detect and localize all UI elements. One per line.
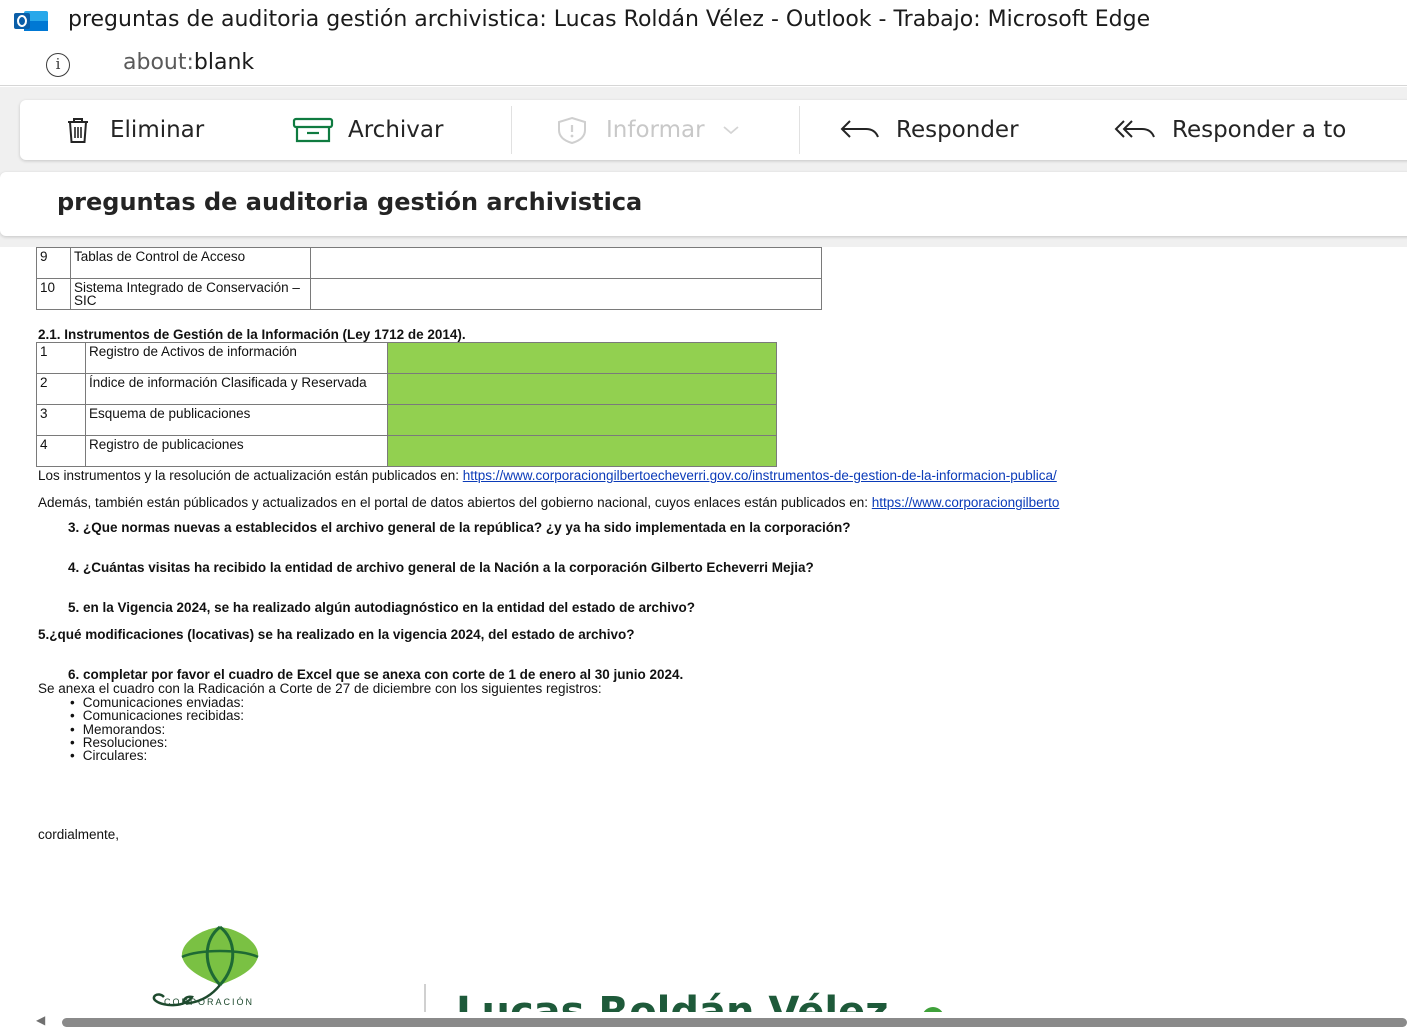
subject-header: preguntas de auditoria gestión archivist… xyxy=(0,172,1407,236)
archive-instruments-table: 9 Tablas de Control de Acceso 10 Sistema… xyxy=(36,247,822,310)
row-number: 4 xyxy=(36,435,86,467)
published-text: Los instrumentos y la resolución de actu… xyxy=(38,468,463,483)
question-5a: 5. en la Vigencia 2024, se ha realizado … xyxy=(68,600,695,615)
reply-label: Responder xyxy=(896,117,1019,143)
table-row: 3 Esquema de publicaciones xyxy=(36,404,777,436)
logo-text: CORPORACIÓN xyxy=(164,997,255,1007)
table-row: 2 Índice de información Clasificada y Re… xyxy=(36,373,777,405)
shield-icon xyxy=(558,116,586,145)
report-button[interactable]: Informar xyxy=(552,100,743,160)
row-label: Esquema de publicaciones xyxy=(85,404,388,436)
email-subject: preguntas de auditoria gestión archivist… xyxy=(57,188,643,216)
list-item: Circulares: xyxy=(70,749,244,763)
list-item: Comunicaciones recibidas: xyxy=(70,709,244,723)
signature-divider xyxy=(424,984,426,1012)
outlook-icon xyxy=(14,11,48,31)
status-cell xyxy=(387,404,777,436)
archive-button[interactable]: Archivar xyxy=(292,100,443,160)
horizontal-scrollbar[interactable]: ◀ xyxy=(0,1012,1407,1030)
archive-label: Archivar xyxy=(348,117,444,143)
delete-button[interactable]: Eliminar xyxy=(60,100,204,160)
row-label: Índice de información Clasificada y Rese… xyxy=(85,373,388,405)
report-label: Informar xyxy=(606,117,705,143)
row-number: 1 xyxy=(36,342,86,374)
table-row: 9 Tablas de Control de Acceso xyxy=(36,247,822,279)
published-paragraph: Los instrumentos y la resolución de actu… xyxy=(38,468,1057,483)
corporation-logo: CORPORACIÓN xyxy=(128,919,288,1012)
question-4: 4. ¿Cuántas visitas ha recibido la entid… xyxy=(68,560,814,575)
instruments-link[interactable]: https://www.corporaciongilbertoecheverri… xyxy=(463,468,1057,483)
delete-label: Eliminar xyxy=(110,117,205,143)
reply-icon xyxy=(840,120,879,138)
table-row: 10 Sistema Integrado de Conservación – S… xyxy=(36,278,822,310)
toolbar-separator xyxy=(799,106,800,154)
status-cell xyxy=(387,373,777,405)
address-host: blank xyxy=(193,50,255,75)
row-label: Registro de Activos de información xyxy=(85,342,388,374)
question-6: 6. completar por favor el cuadro de Exce… xyxy=(68,667,684,682)
reply-all-label: Responder a to xyxy=(1172,117,1347,143)
row-number: 2 xyxy=(36,373,86,405)
question-3: 3. ¿Que normas nuevas a establecidos el … xyxy=(68,520,851,535)
reply-all-icon xyxy=(1114,120,1155,138)
list-item: Memorandos: xyxy=(70,722,244,736)
open-data-text: Además, también están públicados y actua… xyxy=(38,495,872,510)
row-number: 3 xyxy=(36,404,86,436)
information-instruments-table: 1 Registro de Activos de información 2 Í… xyxy=(36,342,777,467)
signature-name: Lucas Roldán Vélez xyxy=(456,989,889,1012)
scrollbar-thumb[interactable] xyxy=(62,1018,1407,1027)
reply-all-button[interactable]: Responder a to xyxy=(1112,100,1346,160)
row-label: Registro de publicaciones xyxy=(85,435,388,467)
open-data-paragraph: Además, también están públicados y actua… xyxy=(38,495,1059,510)
records-list: Comunicaciones enviadas: Comunicaciones … xyxy=(70,696,244,763)
address-url[interactable]: about:blank xyxy=(123,50,254,75)
annex-text: Se anexa el cuadro con la Radicación a C… xyxy=(38,681,602,696)
table-row: 1 Registro de Activos de información xyxy=(36,342,777,374)
row-label: Tablas de Control de Acceso xyxy=(70,247,311,279)
toolbar-separator xyxy=(511,106,512,154)
email-body: 9 Tablas de Control de Acceso 10 Sistema… xyxy=(0,247,1407,1012)
section-heading: 2.1. Instrumentos de Gestión de la Infor… xyxy=(38,327,466,342)
table-row: 4 Registro de publicaciones xyxy=(36,435,777,467)
scroll-left-arrow-icon[interactable]: ◀ xyxy=(36,1013,45,1027)
open-data-link[interactable]: https://www.corporaciongilberto xyxy=(872,495,1060,510)
chevron-down-icon xyxy=(722,126,739,135)
status-cell xyxy=(387,342,777,374)
trash-icon xyxy=(68,118,88,143)
question-5b: 5.¿qué modificaciones (locativas) se ha … xyxy=(38,627,635,642)
address-bar: i about:blank xyxy=(0,42,1407,86)
row-number: 10 xyxy=(36,278,71,310)
command-toolbar: Eliminar Archivar Informar Responder Res… xyxy=(20,100,1407,160)
list-item: Comunicaciones enviadas: xyxy=(70,696,244,710)
row-label: Sistema Integrado de Conservación – SIC xyxy=(70,278,311,310)
row-number: 9 xyxy=(36,247,71,279)
info-icon[interactable]: i xyxy=(46,53,70,77)
status-cell xyxy=(387,435,777,467)
window-title: preguntas de auditoria gestión archivist… xyxy=(68,7,1151,32)
archive-icon xyxy=(292,117,334,143)
list-item: Resoluciones: xyxy=(70,735,244,749)
reply-button[interactable]: Responder xyxy=(838,100,1019,160)
closing-text: cordialmente, xyxy=(38,827,120,842)
window-title-bar: preguntas de auditoria gestión archivist… xyxy=(0,0,1407,42)
address-prefix: about: xyxy=(123,50,194,75)
